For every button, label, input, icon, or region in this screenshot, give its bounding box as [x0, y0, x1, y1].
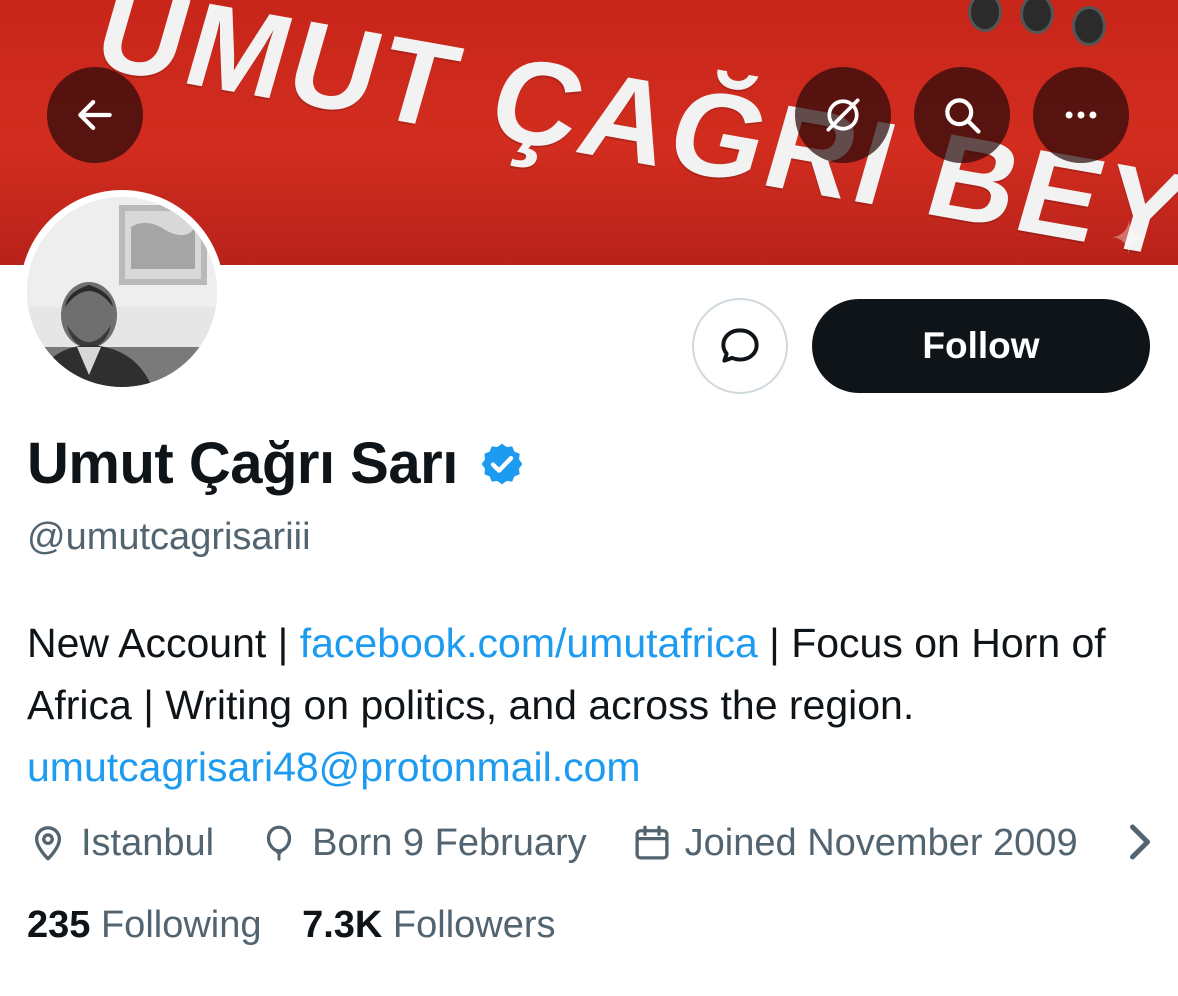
- name-row: Umut Çağrı Sarı: [27, 430, 526, 497]
- display-name: Umut Çağrı Sarı: [27, 431, 458, 496]
- avatar-image: [27, 197, 217, 387]
- location-item: Istanbul: [27, 822, 214, 865]
- followers-count: 7.3K: [302, 904, 383, 946]
- follow-button[interactable]: Follow: [812, 299, 1150, 393]
- more-button[interactable]: [1033, 67, 1129, 163]
- arrow-left-icon: [78, 100, 112, 130]
- balloon-icon: [266, 825, 292, 861]
- search-button[interactable]: [914, 67, 1010, 163]
- joined-text: Joined November 2009: [684, 821, 1078, 864]
- birthday-text: Born 9 February: [312, 821, 587, 864]
- bio-text: New Account |: [27, 620, 300, 666]
- back-button[interactable]: [47, 67, 143, 163]
- following-link[interactable]: 235 Following: [27, 904, 262, 946]
- verified-badge-icon[interactable]: [478, 440, 526, 488]
- profile-meta: Istanbul Born 9 February Joined November…: [27, 818, 1122, 868]
- banner-decoration: [968, 0, 1138, 60]
- bio-link-facebook[interactable]: facebook.com/umutafrica: [300, 620, 758, 666]
- joined-item: Joined November 2009: [631, 822, 1078, 865]
- profile-stats: 235 Following 7.3K Followers: [27, 904, 586, 947]
- birthday-item: Born 9 February: [258, 822, 587, 865]
- followers-link[interactable]: 7.3K Followers: [302, 904, 555, 946]
- following-label: Following: [100, 904, 262, 946]
- location-text: Istanbul: [81, 821, 215, 864]
- bio-link-email[interactable]: umutcagrisari48@protonmail.com: [27, 744, 641, 790]
- followers-label: Followers: [392, 904, 556, 946]
- grok-icon: [826, 98, 860, 132]
- sparkle-icon: ✦: [1109, 212, 1148, 264]
- message-bubble-icon: [721, 328, 759, 363]
- profile-handle: @umutcagrisariii: [27, 516, 311, 558]
- profile-bio: New Account | facebook.com/umutafrica | …: [27, 612, 1147, 798]
- following-count: 235: [27, 904, 91, 946]
- search-icon: [945, 98, 981, 134]
- grok-button[interactable]: [795, 67, 891, 163]
- chevron-right-icon[interactable]: [1125, 822, 1155, 862]
- more-horizontal-icon: [1065, 111, 1097, 119]
- message-button[interactable]: [692, 298, 788, 394]
- location-pin-icon: [34, 826, 62, 861]
- calendar-icon: [635, 825, 669, 860]
- avatar[interactable]: [20, 190, 224, 394]
